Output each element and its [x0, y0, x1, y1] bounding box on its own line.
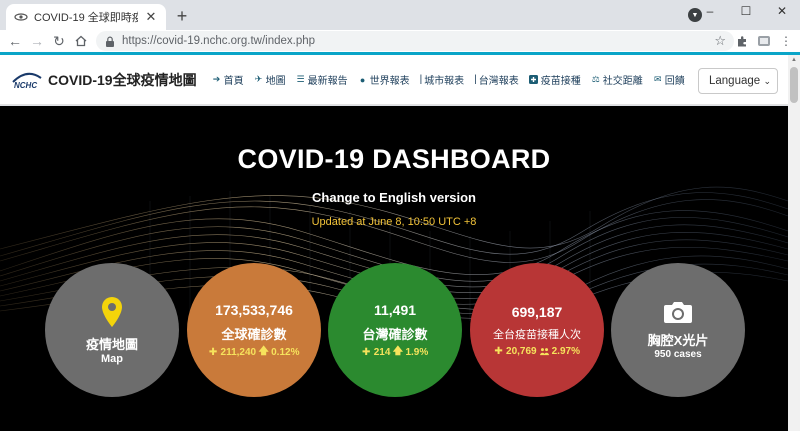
menu-kebab-icon[interactable]: ⋮: [778, 33, 794, 49]
menu-item-taiwan-report[interactable]: | 台灣報表: [469, 72, 524, 87]
scale-icon: ⚖: [591, 74, 600, 84]
back-icon[interactable]: ←: [4, 30, 26, 52]
plane-icon: ✈: [254, 74, 263, 84]
site-brand[interactable]: COVID-19全球疫情地圖: [48, 70, 197, 90]
plus-icon: ✚: [208, 347, 218, 358]
language-select[interactable]: Language ⌄: [698, 68, 778, 94]
taiwan-cases-card[interactable]: 11,491 台灣確診數 ✚ 214 🡅 1.9%: [328, 263, 462, 397]
scrollbar-thumb[interactable]: [790, 67, 798, 103]
menu-item-latest-report[interactable]: ☰ 最新報告: [291, 72, 353, 87]
minimize-button[interactable]: –: [692, 0, 728, 22]
profile-avatar-icon[interactable]: [756, 33, 772, 49]
globe-icon: ●: [359, 74, 366, 85]
envelope-icon: ✉: [654, 74, 662, 84]
vaccination-number: 699,187: [511, 303, 563, 320]
language-select-value: Language: [709, 75, 761, 87]
address-bar[interactable]: https://covid-19.nchc.org.tw/index.php ☆: [96, 31, 734, 51]
browser-toolbar: ← → ↻ https://covid-19.nchc.org.tw/index…: [0, 30, 800, 52]
map-pin-icon: [101, 296, 123, 328]
page-scrollbar[interactable]: ▲: [788, 55, 800, 431]
favicon-icon: [14, 10, 28, 24]
global-cases-card[interactable]: 173,533,746 全球確診數 ✚ 211,240 🡅 0.12%: [187, 263, 321, 397]
tab-title: COVID-19 全球即時疫情地圖 | C: [34, 12, 138, 24]
menu-item-vaccination[interactable]: 疫苗接種: [524, 72, 586, 87]
menu-item-feedback[interactable]: ✉ 回饋: [648, 72, 690, 87]
extensions-puzzle-icon[interactable]: [734, 33, 750, 49]
browser-tabstrip: COVID-19 全球即時疫情地圖 | C ✕ + ▼ – ☐ ✕: [0, 0, 800, 30]
taiwan-cases-delta: ✚ 214 🡅 1.9%: [362, 346, 429, 358]
menu-item-city-report[interactable]: | 城市報表: [415, 72, 470, 87]
camera-icon: [663, 300, 693, 324]
hero-section: COVID-19 DASHBOARD Change to English ver…: [0, 106, 788, 431]
window-controls: – ☐ ✕: [692, 0, 800, 22]
browser-tab[interactable]: COVID-19 全球即時疫情地圖 | C ✕: [6, 4, 166, 30]
arrow-up-icon: 🡅: [392, 346, 404, 357]
dashboard-title: COVID-19 DASHBOARD: [237, 144, 551, 174]
main-menu: ➔ 首頁 ✈ 地圖 ☰ 最新報告 ● 世界報表 | 城市報表 | 台灣報表 疫苗接種 ⚖ 社交…: [207, 72, 690, 87]
menu-separator: |: [419, 74, 423, 85]
menu-separator: |: [474, 74, 477, 85]
scroll-up-arrow-icon[interactable]: ▲: [788, 55, 800, 65]
arrow-right-icon: ➔: [212, 74, 221, 84]
plus-square-icon: [529, 75, 539, 85]
site-navbar: NCHC COVID-19全球疫情地圖 ➔ 首頁 ✈ 地圖 ☰ 最新報告 ● 世界報表 …: [0, 55, 788, 105]
map-card[interactable]: 疫情地圖 Map: [45, 263, 179, 397]
menu-item-world-report[interactable]: ● 世界報表: [353, 72, 415, 88]
vaccination-delta: ✚ 20,769 2.97%: [494, 345, 580, 357]
xray-card[interactable]: 胸腔X光片 950 cases: [611, 263, 745, 397]
vaccination-card[interactable]: 699,187 全台疫苗接種人次 ✚ 20,769 2.97%: [470, 263, 604, 397]
taiwan-cases-label: 台灣確診數: [362, 327, 428, 342]
map-card-label: 疫情地圖: [85, 336, 138, 352]
taiwan-cases-number: 11,491: [373, 302, 417, 318]
arrow-up-icon: 🡅: [258, 346, 269, 357]
forward-icon[interactable]: →: [26, 30, 48, 52]
english-version-link[interactable]: Change to English version: [0, 190, 788, 205]
reload-icon[interactable]: ↻: [48, 30, 70, 52]
map-card-sub: Map: [101, 352, 123, 365]
list-icon: ☰: [296, 74, 305, 84]
plus-icon: ✚: [494, 345, 503, 357]
url-text: https://covid-19.nchc.org.tw/index.php: [122, 35, 316, 47]
extension-icons: ⋮: [734, 30, 794, 52]
xray-card-label: 胸腔X光片: [647, 333, 709, 348]
nchc-logo[interactable]: NCHC: [10, 67, 44, 93]
chevron-down-icon: ⌄: [763, 75, 771, 86]
lock-icon: [104, 35, 116, 47]
global-cases-delta: ✚ 211,240 🡅 0.12%: [208, 346, 300, 358]
svg-text:NCHC: NCHC: [14, 81, 37, 90]
menu-item-map[interactable]: ✈ 地圖: [249, 72, 291, 87]
menu-item-social-distance[interactable]: ⚖ 社交距離: [586, 72, 648, 87]
menu-item-home[interactable]: ➔ 首頁: [207, 72, 249, 87]
stat-cards: 疫情地圖 Map 173,533,746 全球確診數 ✚ 211,240 🡅 0…: [0, 263, 788, 403]
users-icon: [539, 347, 549, 356]
global-cases-number: 173,533,746: [215, 302, 293, 318]
new-tab-button[interactable]: +: [172, 6, 192, 26]
tab-close-icon[interactable]: ✕: [144, 9, 158, 25]
global-cases-label: 全球確診數: [221, 327, 287, 342]
xray-card-sub: 950 cases: [654, 349, 702, 360]
updated-timestamp: Updated at June 8, 10:50 UTC +8: [311, 216, 477, 228]
maximize-button[interactable]: ☐: [728, 0, 764, 22]
close-window-button[interactable]: ✕: [764, 0, 800, 22]
vaccination-label: 全台疫苗接種人次: [493, 328, 581, 341]
bookmark-star-icon[interactable]: ☆: [714, 33, 726, 49]
plus-icon: ✚: [362, 347, 371, 358]
home-icon[interactable]: [70, 30, 92, 52]
